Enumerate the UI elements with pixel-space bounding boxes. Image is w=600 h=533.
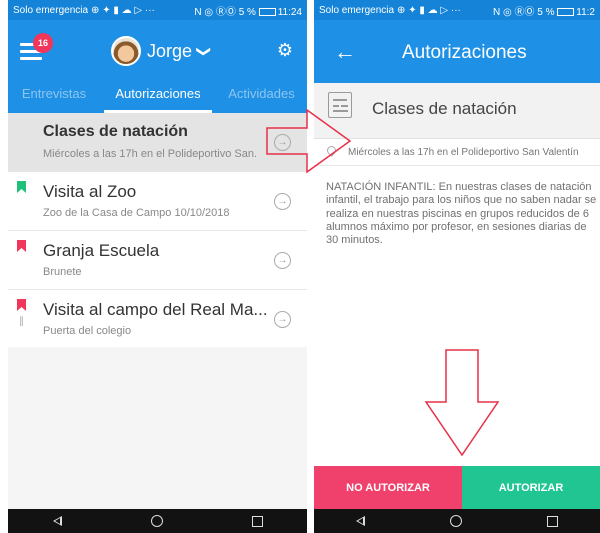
avatar [111,36,141,66]
paperclip-icon: ∥ [19,316,24,327]
user-name: Jorge [147,40,193,61]
battery-icon [258,7,276,16]
carrier-text: Solo emergencia [13,4,89,16]
arrow-right-circle-icon[interactable]: → [274,311,291,328]
activity-title: Clases de natación [372,99,517,118]
item-title: Clases de natación [43,123,188,140]
status-time: 11:24 [277,6,302,18]
tab-actividades[interactable]: Actividades [216,86,307,113]
screen-title: Autorizaciones [402,42,527,63]
location-text: Miércoles a las 17h en el Polideportivo … [348,147,579,158]
item-subtitle: Miércoles a las 17h en el Polideportivo … [43,148,258,160]
bookmark-icon [17,181,26,193]
nav-recent-icon[interactable] [251,515,263,527]
nav-home-icon[interactable] [449,515,462,527]
back-arrow-icon[interactable]: ← [334,41,356,63]
system-nav-bar [8,509,307,533]
location-row: Miércoles a las 17h en el Polideportivo … [314,139,600,166]
bookmark-icon [17,299,26,311]
battery-icon [557,7,575,16]
location-pin-icon [325,144,338,157]
list-item[interactable]: Visita al Zoo Zoo de la Casa de Campo 10… [8,172,307,231]
id-card-icon [328,92,352,118]
status-symbols: ⊕ ✦ ▮ ☁ ▷ ··· [397,4,461,16]
authorize-button[interactable]: AUTORIZAR [462,466,600,509]
status-time: 11:2 [576,6,595,18]
item-title: Granja Escuela [43,241,160,260]
nav-home-icon[interactable] [150,515,163,527]
list-item[interactable]: Granja Escuela Brunete → [8,231,307,290]
deny-button[interactable]: NO AUTORIZAR [314,466,462,509]
item-subtitle: Puerta del colegio [43,325,132,337]
activity-description: NATACIÓN INFANTIL: En nuestras clases de… [326,181,597,247]
arrow-right-circle-icon[interactable]: → [274,193,291,210]
nav-back-icon[interactable] [52,516,62,526]
gear-icon[interactable]: ⚙ [277,40,293,61]
list-screen: Solo emergencia ⊕ ✦ ▮ ☁ ▷ ··· N ◎ ⓇⓄ 5 % … [8,0,307,533]
tab-bar: Entrevistas Autorizaciones Actividades [8,86,307,113]
status-right-icons: N ◎ ⓇⓄ 5 % [194,6,256,18]
list-item[interactable]: ∥ Visita al campo del Real Ma... Puerta … [8,290,307,349]
app-bar: ← Autorizaciones [314,20,600,83]
user-switcher[interactable]: Jorge ❯ [111,36,213,66]
system-nav-bar [314,509,600,533]
item-title: Visita al Zoo [43,182,137,201]
status-bar: Solo emergencia ⊕ ✦ ▮ ☁ ▷ ··· N ◎ ⓇⓄ 5 % … [8,0,307,20]
detail-screen: Solo emergencia ⊕ ✦ ▮ ☁ ▷ ··· N ◎ ⓇⓄ 5 % … [314,0,600,533]
bookmark-icon [17,240,26,252]
nav-back-icon[interactable] [356,516,366,526]
carrier-text: Solo emergencia [319,4,395,16]
tab-entrevistas[interactable]: Entrevistas [8,86,100,113]
arrow-right-circle-icon[interactable]: → [274,252,291,269]
activity-header: Clases de natación [314,83,600,139]
arrow-right-circle-icon[interactable]: → [274,134,291,151]
app-bar: 16 Jorge ❯ ⚙ Entrevistas Autorizaciones … [8,20,307,113]
tab-autorizaciones[interactable]: Autorizaciones [100,86,216,113]
notification-badge: 16 [33,33,53,53]
chevron-down-icon: ❯ [196,45,213,57]
nav-recent-icon[interactable] [546,515,558,527]
list-item[interactable]: Clases de natación Miércoles a las 17h e… [8,113,307,172]
status-right-icons: N ◎ ⓇⓄ 5 % [492,6,555,18]
status-symbols: ⊕ ✦ ▮ ☁ ▷ ··· [91,4,155,16]
item-title: Visita al campo del Real Ma... [43,300,268,319]
item-subtitle: Brunete [43,266,82,278]
status-bar: Solo emergencia ⊕ ✦ ▮ ☁ ▷ ··· N ◎ ⓇⓄ 5 % … [314,0,600,20]
item-subtitle: Zoo de la Casa de Campo 10/10/2018 [43,207,230,219]
empty-list-area [8,347,307,509]
